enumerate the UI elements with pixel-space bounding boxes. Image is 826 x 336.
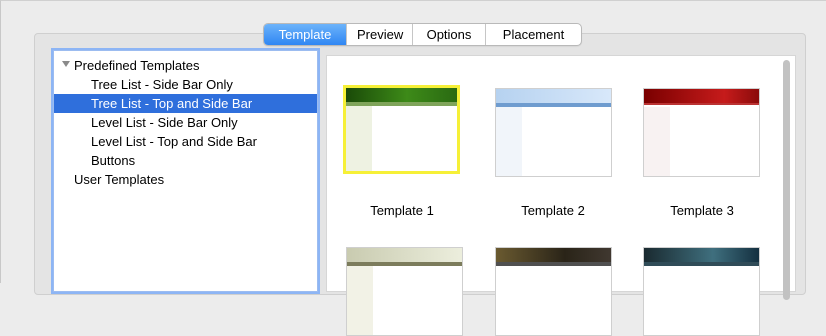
thumbnail-header [644,89,759,103]
template-thumbnail-4[interactable] [346,247,463,336]
thumbnail-header [346,88,457,102]
tree-item-label: Buttons [91,153,136,168]
disclosure-triangle-icon[interactable] [62,61,70,67]
thumbnail-sidebar [496,107,522,176]
tab-preview[interactable]: Preview [346,24,412,45]
thumbnail-sidebar [346,106,372,171]
tree-item-level-list-top-and-side-bar[interactable]: Level List - Top and Side Bar [54,132,317,151]
tree-item-user-templates[interactable]: User Templates [54,170,317,189]
thumbnail-nav [644,103,759,105]
template-caption-1: Template 1 [370,203,434,218]
tab-options[interactable]: Options [412,24,485,45]
template-tree-list[interactable]: Predefined Templates Tree List - Side Ba… [53,50,318,292]
template-thumbnail-2[interactable] [495,88,612,177]
template-thumbnail-grid[interactable]: Template 1 Template 2 Template 3 [326,55,796,336]
thumbnail-header [496,248,611,262]
template-thumbnail-3[interactable] [643,88,760,177]
thumbnail-header [644,248,759,262]
thumbnail-header [347,248,462,262]
template-thumbnail-1[interactable] [343,85,460,174]
vertical-scrollbar[interactable] [783,60,790,300]
template-thumbnail-6[interactable] [643,247,760,336]
tree-item-tree-list-top-and-side-bar[interactable]: Tree List - Top and Side Bar [54,94,317,113]
thumbnail-sidebar [644,266,670,335]
thumbnail-sidebar [347,266,373,335]
tab-placement[interactable]: Placement [485,24,581,45]
template-thumbnail-5[interactable] [495,247,612,336]
template-caption-2: Template 2 [521,203,585,218]
tree-item-buttons[interactable]: Buttons [54,151,317,170]
tree-item-level-list-side-bar-only[interactable]: Level List - Side Bar Only [54,113,317,132]
thumbnail-header [496,89,611,103]
template-caption-3: Template 3 [670,203,734,218]
tree-item-label: Tree List - Side Bar Only [91,77,233,92]
tab-segmented-control: Template Preview Options Placement [263,23,582,46]
thumbnail-sidebar [644,107,670,176]
tree-item-label: Level List - Top and Side Bar [91,134,257,149]
thumbnail-sidebar [496,266,522,335]
dialog-window: Template Preview Options Placement Prede… [0,0,826,336]
tab-template[interactable]: Template [264,24,346,45]
tree-item-label: Predefined Templates [74,58,200,73]
tree-item-label: Level List - Side Bar Only [91,115,238,130]
tree-item-label: User Templates [74,172,165,187]
tree-item-label: Tree List - Top and Side Bar [91,96,253,111]
tree-item-tree-list-side-bar-only[interactable]: Tree List - Side Bar Only [54,75,317,94]
tree-item-predefined-templates[interactable]: Predefined Templates [54,56,317,75]
